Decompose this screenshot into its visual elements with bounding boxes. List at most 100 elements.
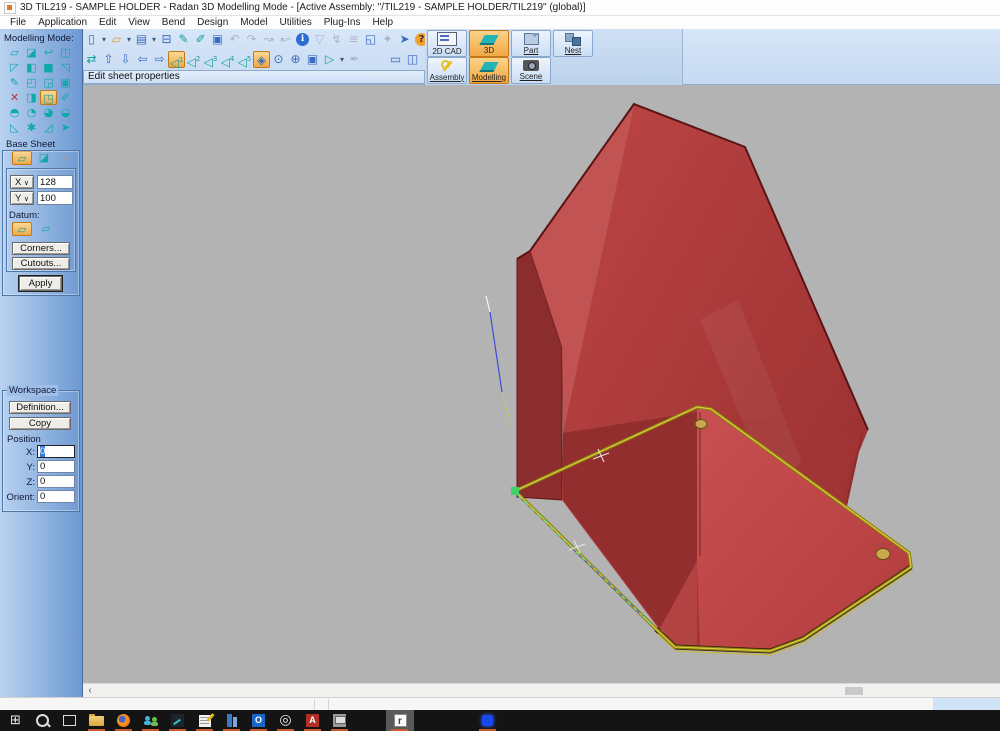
mode-modelling-button[interactable]: Modelling bbox=[469, 57, 509, 84]
window-icon[interactable]: ◱ bbox=[362, 31, 379, 48]
mode-icon-21[interactable]: ◺ bbox=[6, 120, 23, 135]
people-button[interactable] bbox=[137, 710, 164, 731]
open-icon[interactable]: ▱ bbox=[108, 31, 125, 48]
mode-icon-7[interactable]: ■ bbox=[40, 60, 57, 75]
split-vertical-icon[interactable]: ◫ bbox=[404, 51, 421, 68]
arrow-up-icon[interactable]: ⇧ bbox=[100, 51, 117, 68]
menu-plugins[interactable]: Plug-Ins bbox=[318, 17, 367, 28]
corners-button[interactable]: Corners... bbox=[12, 242, 70, 255]
mode-icon-14[interactable]: ◨ bbox=[23, 90, 40, 105]
horizontal-scrollbar[interactable]: ‹ bbox=[83, 683, 1000, 697]
mode-icon-3[interactable]: ↩ bbox=[40, 45, 57, 60]
mode-icon-6[interactable]: ◧ bbox=[23, 60, 40, 75]
mode-icon-11[interactable]: ◲ bbox=[40, 75, 57, 90]
mode-3d-button[interactable]: 3D bbox=[469, 30, 509, 57]
split-horizontal-icon[interactable]: ▭ bbox=[387, 51, 404, 68]
pos-z-field[interactable] bbox=[37, 475, 75, 488]
x-dropdown-button[interactable]: X ∨ bbox=[10, 175, 34, 189]
server-button[interactable] bbox=[218, 710, 245, 731]
mode-icon-2[interactable]: ◪ bbox=[23, 45, 40, 60]
menu-model[interactable]: Model bbox=[234, 17, 273, 28]
radan-taskbar-button[interactable]: r bbox=[386, 710, 414, 731]
mode-nest-button[interactable]: Nest bbox=[553, 30, 593, 57]
mode-icon-8[interactable]: ◹ bbox=[57, 60, 74, 75]
pos-y-field[interactable] bbox=[37, 460, 75, 473]
mode-icon-4[interactable]: ◫ bbox=[57, 45, 74, 60]
menu-bend[interactable]: Bend bbox=[156, 17, 191, 28]
cutouts-button[interactable]: Cutouts... bbox=[12, 257, 70, 270]
menu-view[interactable]: View bbox=[122, 17, 156, 28]
orient-field[interactable] bbox=[37, 490, 75, 503]
view5-icon[interactable]: ◁5 bbox=[236, 51, 253, 68]
export-icon[interactable]: ▷ bbox=[321, 51, 338, 68]
origin-icon[interactable]: ⊙ bbox=[270, 51, 287, 68]
mode-part-button[interactable]: Part bbox=[511, 30, 551, 57]
duplicate-icon[interactable]: ▣ bbox=[209, 31, 226, 48]
target-app-button[interactable]: ◎ bbox=[272, 710, 299, 731]
mode-icon-20[interactable]: ◒ bbox=[57, 105, 74, 120]
new-icon[interactable]: ▯ bbox=[83, 31, 100, 48]
menu-design[interactable]: Design bbox=[191, 17, 234, 28]
datum-icon-1[interactable]: ▱ bbox=[12, 222, 32, 236]
definition-button[interactable]: Definition... bbox=[9, 401, 71, 414]
start-button[interactable]: ⊞ bbox=[2, 710, 29, 731]
mode-assembly-button[interactable]: Assembly bbox=[427, 57, 467, 84]
mode-icon-delete[interactable]: ✕ bbox=[6, 90, 23, 105]
mode-icon-edit-sheet-active[interactable]: ◳ bbox=[40, 90, 57, 105]
mode-scene-button[interactable]: Scene bbox=[511, 57, 551, 84]
save-icon[interactable]: ▤ bbox=[133, 31, 150, 48]
mode-2dcad-button[interactable]: 2D CAD bbox=[427, 30, 467, 57]
screenshot-app-button[interactable] bbox=[326, 710, 353, 731]
arrow-right-icon[interactable]: ⇨ bbox=[151, 51, 168, 68]
notes-button[interactable] bbox=[191, 710, 218, 731]
y-dropdown-button[interactable]: Y ∨ bbox=[10, 191, 34, 205]
pointer-icon[interactable]: ➤ bbox=[396, 31, 413, 48]
annotate-icon[interactable]: ✐ bbox=[192, 31, 209, 48]
explorer-button[interactable] bbox=[83, 710, 110, 731]
new-caret-icon[interactable]: ▾ bbox=[100, 31, 108, 48]
arrow-left-icon[interactable]: ⇦ bbox=[134, 51, 151, 68]
open-caret-icon[interactable]: ▾ bbox=[125, 31, 133, 48]
mode-icon-pointer[interactable]: ➤ bbox=[57, 120, 74, 135]
mode-icon-18[interactable]: ◔ bbox=[23, 105, 40, 120]
mode-icon-5[interactable]: ◸ bbox=[6, 60, 23, 75]
mode-icon-1[interactable]: ▱ bbox=[6, 45, 23, 60]
mode-icon-16[interactable]: ✐ bbox=[57, 90, 74, 105]
menu-edit[interactable]: Edit bbox=[93, 17, 122, 28]
view1-icon[interactable]: ◁1 bbox=[168, 51, 185, 68]
mode-icon-23[interactable]: ◿ bbox=[40, 120, 57, 135]
view4-icon[interactable]: ◁4 bbox=[219, 51, 236, 68]
scroll-left-icon[interactable]: ‹ bbox=[85, 685, 95, 697]
sheet-x-field[interactable] bbox=[37, 175, 73, 189]
sheet-y-field[interactable] bbox=[37, 191, 73, 205]
mode-icon-22[interactable]: ✱ bbox=[23, 120, 40, 135]
view3-icon[interactable]: ◁3 bbox=[202, 51, 219, 68]
menu-application[interactable]: Application bbox=[32, 17, 93, 28]
shaded-view-icon[interactable]: ◈ bbox=[253, 51, 270, 68]
menu-utilities[interactable]: Utilities bbox=[274, 17, 318, 28]
mode-icon-10[interactable]: ◰ bbox=[23, 75, 40, 90]
viewport-3d[interactable] bbox=[83, 85, 1000, 683]
mode-icon-9[interactable]: ✎ bbox=[6, 75, 23, 90]
sheet-nav-icon[interactable]: ⇄ bbox=[83, 51, 100, 68]
print-icon[interactable]: ⊟ bbox=[158, 31, 175, 48]
edit-icon[interactable]: ✎ bbox=[175, 31, 192, 48]
outlook-button[interactable]: O bbox=[245, 710, 272, 731]
blue-app-button[interactable] bbox=[474, 710, 501, 731]
info-icon[interactable]: ℹ bbox=[296, 33, 309, 46]
access-button[interactable]: A bbox=[299, 710, 326, 731]
scrollbar-thumb[interactable] bbox=[845, 687, 863, 695]
task-view-button[interactable] bbox=[56, 710, 83, 731]
save-caret-icon[interactable]: ▾ bbox=[150, 31, 158, 48]
menu-file[interactable]: File bbox=[4, 17, 32, 28]
pan-icon[interactable]: ⊕ bbox=[287, 51, 304, 68]
menu-help[interactable]: Help bbox=[366, 17, 399, 28]
layers-icon[interactable]: ▣ bbox=[304, 51, 321, 68]
export-caret-icon[interactable]: ▾ bbox=[338, 51, 346, 68]
copy-button[interactable]: Copy bbox=[9, 417, 71, 430]
mode-icon-19[interactable]: ◕ bbox=[40, 105, 57, 120]
corner-handle[interactable] bbox=[511, 487, 519, 495]
firefox-button[interactable] bbox=[110, 710, 137, 731]
apply-button[interactable]: Apply bbox=[19, 276, 62, 291]
mode-icon-12[interactable]: ▣ bbox=[57, 75, 74, 90]
